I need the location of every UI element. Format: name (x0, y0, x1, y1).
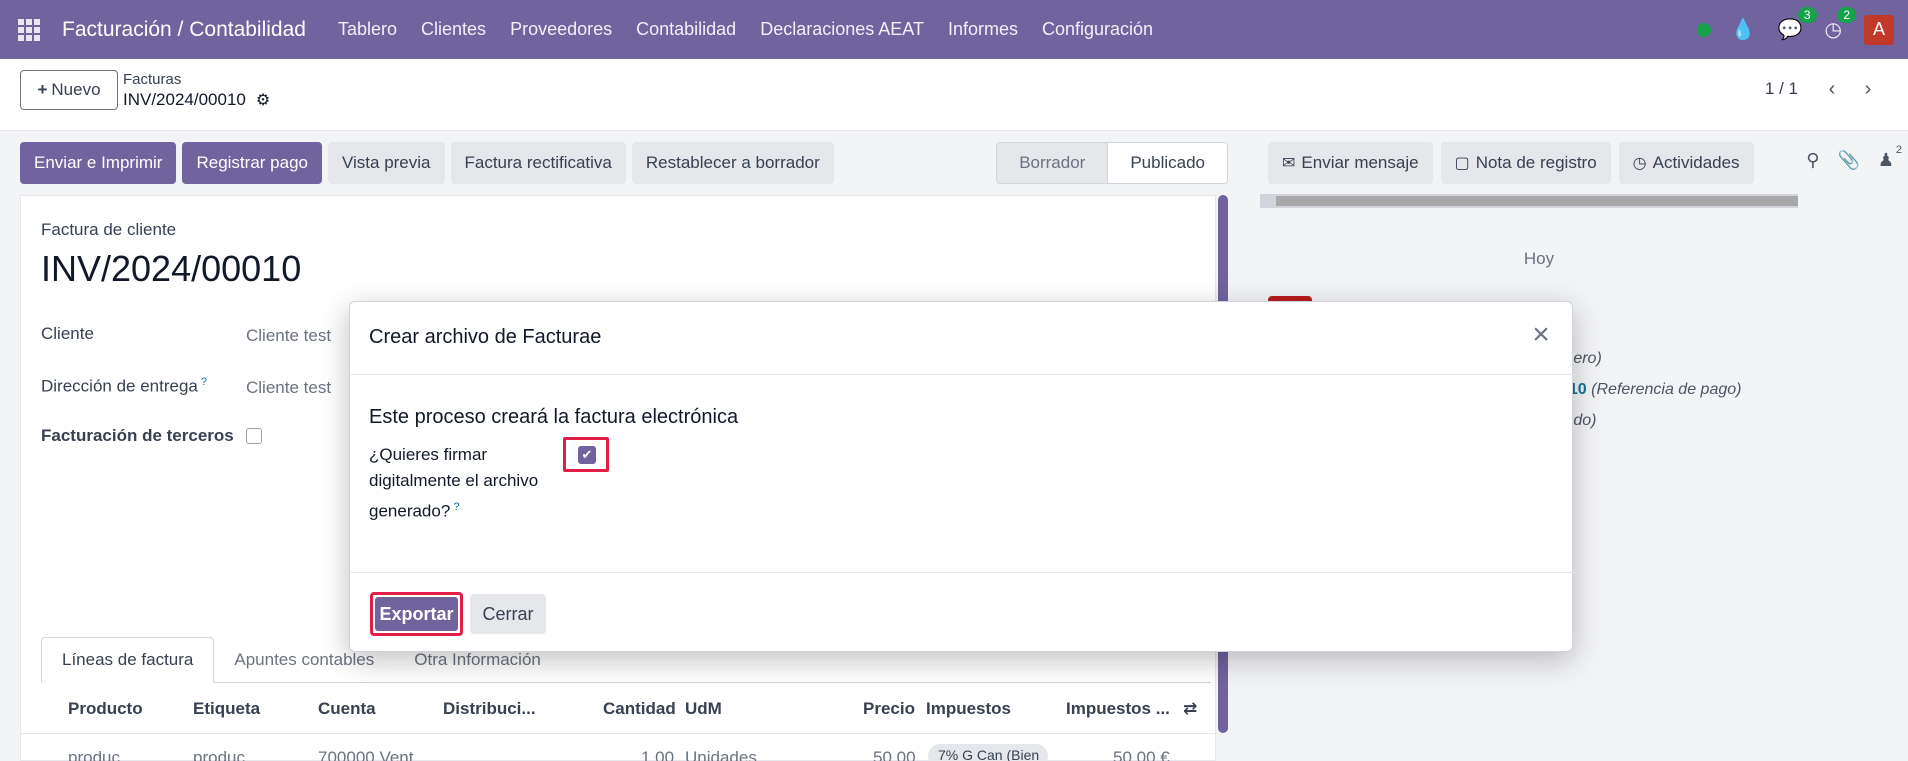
close-button[interactable]: Cerrar (470, 594, 546, 634)
help-icon[interactable]: ? (453, 501, 459, 513)
dialog-title: Crear archivo de Facturae (369, 326, 602, 348)
close-icon[interactable]: × (1526, 320, 1556, 350)
export-button[interactable]: Exportar (375, 597, 458, 631)
facturae-dialog: Crear archivo de Facturae × Este proceso… (349, 301, 1574, 653)
sign-checkbox[interactable]: ✔ (578, 446, 596, 464)
export-button-highlight: Exportar (370, 592, 463, 636)
sign-label: ¿Quieres firmar digitalmente el archivo … (369, 442, 559, 525)
dialog-heading: Este proceso creará la factura electróni… (369, 406, 739, 428)
dialog-header: Crear archivo de Facturae × (350, 302, 1574, 375)
sign-checkbox-highlight: ✔ (563, 437, 609, 472)
dialog-footer: Exportar Cerrar (350, 572, 1574, 653)
